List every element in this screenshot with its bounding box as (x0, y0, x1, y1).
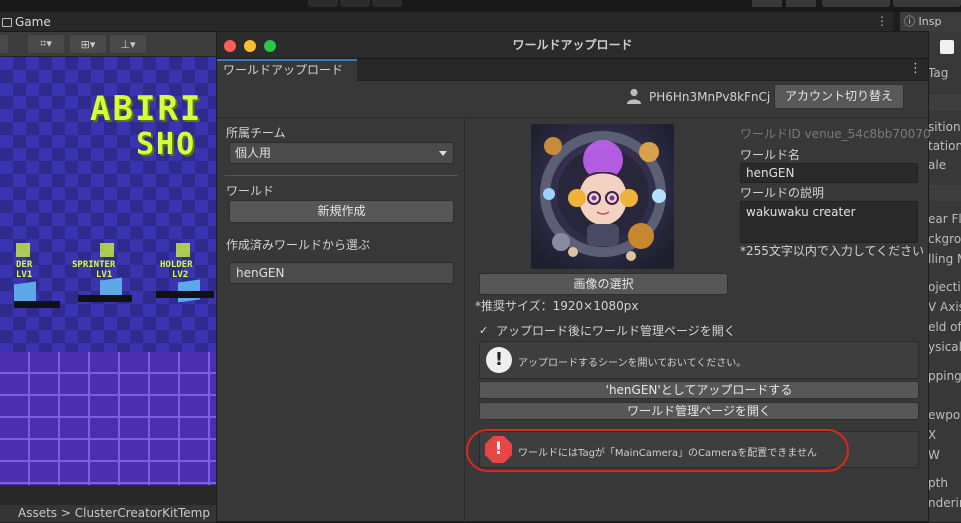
inspector-row: ewpor (928, 408, 961, 422)
inspector-row: ysical (928, 340, 961, 354)
left-panel (217, 118, 465, 523)
grid-toggle-icon[interactable]: ⊞▾ (70, 35, 106, 53)
tab-menu-icon[interactable]: ⋮ (909, 61, 922, 76)
team-label: 所属チーム (226, 126, 286, 140)
history-button[interactable] (752, 0, 782, 7)
editor-top-strip (0, 0, 961, 12)
upload-button[interactable]: 'henGEN'としてアップロードする (479, 381, 919, 399)
inspector-tab-label: Insp (918, 15, 942, 28)
chevron-down-icon (439, 151, 447, 156)
game-tab[interactable]: Game (0, 12, 60, 32)
project-bar (0, 485, 220, 505)
scene-sign-label: HOLDER (160, 260, 193, 270)
play-controls[interactable] (308, 0, 402, 7)
scene-sign-level: LV1 (16, 270, 33, 280)
recommended-size-note: *推奨サイズ：1920×1080px (475, 299, 639, 313)
char-limit-note: *255文字以内で入力してください (740, 244, 925, 258)
inspector-active-checkbox[interactable] (940, 40, 954, 54)
inspector-row: lling M (928, 252, 961, 266)
game-tab-bar (0, 12, 893, 32)
scene-sign-icon (100, 243, 114, 257)
world-description-label: ワールドの説明 (740, 186, 825, 200)
scene-sign-title-1: ABIRI (90, 89, 203, 129)
inspector-row: sition (928, 120, 961, 134)
scene-floor-grid (0, 352, 220, 485)
open-after-upload-label: アップロード後にワールド管理ページを開く (496, 324, 736, 338)
open-manage-page-button[interactable]: ワールド管理ページを開く (479, 402, 919, 420)
inspector-row: W (928, 448, 940, 462)
game-view-icon (2, 17, 12, 27)
inspector-row: Tag (928, 66, 949, 80)
choose-existing-label: 作成済みワールドから選ぶ (226, 238, 371, 252)
inspector-row: ckgro (928, 232, 961, 246)
info-helpbox: ! アップロードするシーンを開いておいてください。 (479, 341, 919, 379)
scene-sign-label: SPRINTER (72, 260, 116, 270)
scene-sign-icon (16, 243, 30, 257)
scene-item-plate (156, 291, 214, 298)
existing-world-item[interactable]: henGEN (229, 262, 454, 284)
team-select-value: 個人用 (235, 146, 272, 160)
user-id: PH6Hn3MnPv8kFnCj (649, 90, 771, 104)
scene-sign-level: LV2 (172, 270, 189, 280)
project-breadcrumb[interactable]: Assets > ClusterCreatorKitTemp (0, 505, 220, 522)
inspector-row: pping (928, 369, 961, 383)
scene-sign-icon (176, 243, 190, 257)
switch-account-button[interactable]: アカウント切り替え (774, 84, 904, 109)
inspector-tab[interactable]: ⓘ Insp (900, 12, 961, 32)
layers-dropdown[interactable] (822, 0, 890, 7)
ruler-icon[interactable]: ⊥▾ (110, 35, 146, 53)
inspector-row: ear Fla (928, 212, 961, 226)
create-new-world-button[interactable]: 新規作成 (229, 200, 454, 223)
inspector-panel (928, 12, 961, 522)
gizmo-left-button[interactable] (0, 35, 8, 53)
inspector-row: ndering (928, 496, 961, 510)
inspector-row: ale (928, 158, 947, 172)
pick-image-button[interactable]: 画像の選択 (479, 273, 728, 295)
inspector-row: X (928, 428, 937, 442)
minimize-window-button[interactable] (244, 40, 256, 52)
grid-snap-icon[interactable]: ⌗▾ (28, 35, 64, 53)
team-select[interactable]: 個人用 (229, 142, 454, 164)
close-window-button[interactable] (224, 40, 236, 52)
inspector-row: V Axis (928, 300, 961, 314)
maximize-window-button[interactable] (264, 40, 276, 52)
inspector-row: eld of V (928, 320, 961, 334)
info-exclamation-icon: ! (486, 347, 512, 373)
error-highlight-ring (466, 429, 849, 472)
user-icon (627, 88, 641, 104)
world-thumbnail (531, 124, 674, 269)
world-label: ワールド (226, 184, 275, 198)
inspector-row: ojectio (928, 280, 961, 294)
game-more-icon[interactable]: ⋮ (876, 14, 888, 28)
left-divider (225, 175, 458, 176)
info-message: アップロードするシーンを開いておいてください。 (518, 358, 747, 369)
game-tab-label: Game (15, 15, 51, 29)
checkmark-icon[interactable]: ✓ (479, 324, 491, 337)
scene-viewport[interactable]: ABIRI SHO DER SPRINTER HOLDER LV1 LV1 LV… (0, 57, 220, 485)
world-name-label: ワールド名 (740, 148, 801, 162)
scene-item-plate (14, 301, 60, 308)
world-name-field[interactable]: henGEN (740, 163, 918, 183)
inspector-component-header[interactable] (928, 185, 961, 201)
search-button[interactable] (786, 0, 816, 7)
world-description-field[interactable]: wakuwaku creater (740, 201, 918, 243)
inspector-row: tation (928, 139, 961, 153)
scene-sign-label: DER (16, 260, 33, 270)
scene-sign-title-2: SHO (136, 127, 197, 162)
window-title: ワールドアップロード (512, 38, 633, 52)
thumbnail-image (531, 124, 674, 269)
inspector-row: pth (928, 476, 948, 490)
inspector-component-header[interactable] (928, 94, 961, 110)
scene-item-plate (78, 295, 132, 302)
tab-world-upload[interactable]: ワールドアップロード (217, 59, 357, 82)
open-after-upload-row[interactable]: ✓ アップロード後にワールド管理ページを開く (479, 322, 736, 339)
layout-dropdown[interactable] (893, 0, 961, 7)
world-id: ワールドID venue_54c8bb70070 (740, 127, 931, 141)
